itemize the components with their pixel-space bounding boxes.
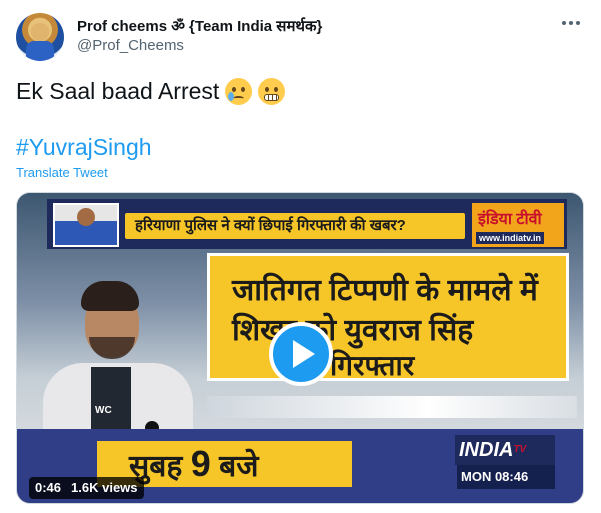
author-handle[interactable]: @Prof_Cheems: [77, 37, 184, 54]
more-options-icon[interactable]: [561, 16, 581, 30]
avatar-jersey: [26, 41, 54, 61]
player-thumbnail: [53, 203, 119, 247]
headline-underline-strip: [207, 396, 577, 418]
tweet-text: Ek Saal baad Arrest: [16, 78, 286, 105]
headline-line-2: शिखर को युवराज सिंह: [232, 314, 474, 347]
sad-relieved-emoji-icon: [225, 78, 253, 105]
grimacing-emoji-icon: [258, 78, 286, 105]
translate-tweet-link[interactable]: Translate Tweet: [16, 165, 108, 180]
video-player[interactable]: हरियाणा पुलिस ने क्यों छिपाई गिरफ्तारी क…: [16, 192, 584, 504]
channel-logo-bottom-sup: TV: [513, 444, 527, 455]
video-duration: 0:46: [35, 480, 62, 495]
tweet-body: Ek Saal baad Arrest: [16, 78, 220, 104]
channel-logo-top: इंडिया टीवी www.indiatv.in: [472, 203, 564, 247]
play-button[interactable]: [269, 322, 333, 386]
headline-line-1: जातिगत टिप्पणी के मामले में: [232, 274, 538, 307]
broadcast-clock: MON 08:46: [457, 465, 555, 489]
shirt-text: WC: [95, 405, 112, 416]
news-top-banner: हरियाणा पुलिस ने क्यों छिपाई गिरफ्तारी क…: [47, 199, 567, 249]
news-headline-box: जातिगत टिप्पणी के मामले में शिखर को युवर…: [207, 253, 569, 381]
hashtag-link[interactable]: #YuvrajSingh: [16, 134, 152, 161]
channel-logo-text: इंडिया टीवी: [478, 211, 542, 228]
author-avatar[interactable]: [16, 13, 64, 61]
dot: [562, 21, 566, 25]
dot: [576, 21, 580, 25]
headline-line-3: गिरफ्तार: [330, 350, 415, 381]
author-display-name[interactable]: Prof cheems ॐ {Team India समर्थक}: [77, 16, 322, 36]
channel-logo-bottom: INDIATV: [455, 435, 555, 465]
channel-url: www.indiatv.in: [476, 232, 545, 244]
play-icon: [293, 340, 315, 368]
channel-logo-bottom-text: INDIA: [459, 439, 514, 461]
ticker-suffix: बजे: [219, 450, 259, 483]
avatar-face: [31, 23, 49, 41]
top-banner-text: हरियाणा पुलिस ने क्यों छिपाई गिरफ्तारी क…: [125, 213, 465, 239]
ticker-number: 9: [190, 443, 211, 484]
video-views: 1.6K views: [71, 480, 138, 495]
dot: [569, 21, 573, 25]
video-stats-badge: 0:46 1.6K views: [29, 477, 144, 499]
